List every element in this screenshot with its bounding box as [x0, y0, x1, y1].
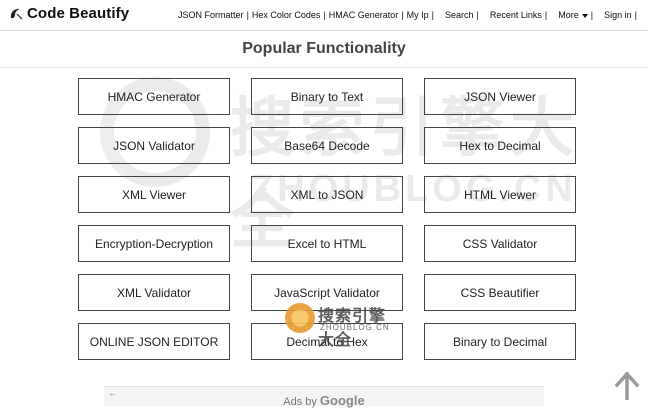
- nav-separator: |: [323, 10, 326, 20]
- tool-javascript-validator[interactable]: JavaScript Validator: [251, 274, 403, 311]
- nav-separator: |: [246, 10, 249, 20]
- nav-hex-color-codes[interactable]: Hex Color Codes: [252, 10, 321, 20]
- nav-sign-in[interactable]: Sign in: [604, 10, 632, 20]
- nav-separator: |: [476, 10, 479, 20]
- tool-json-viewer[interactable]: JSON Viewer: [424, 78, 576, 115]
- tool-html-viewer[interactable]: HTML Viewer: [424, 176, 576, 213]
- nav-separator: |: [544, 10, 548, 20]
- ad-label-text: Ads by: [283, 396, 317, 408]
- ad-label: Ads by Google: [104, 393, 544, 408]
- top-nav: JSON Formatter | Hex Color Codes | HMAC …: [178, 10, 640, 20]
- top-bar: Code Beautify JSON Formatter | Hex Color…: [0, 0, 648, 31]
- nav-more-dropdown[interactable]: More: [558, 10, 588, 20]
- nav-separator: |: [431, 10, 435, 20]
- tool-hex-to-decimal[interactable]: Hex to Decimal: [424, 127, 576, 164]
- nav-more-label: More: [558, 10, 579, 20]
- section-header: Popular Functionality: [0, 31, 648, 68]
- tool-grid: HMAC Generator Binary to Text JSON Viewe…: [78, 78, 576, 360]
- tool-css-beautifier[interactable]: CSS Beautifier: [424, 274, 576, 311]
- tool-binary-to-decimal[interactable]: Binary to Decimal: [424, 323, 576, 360]
- ad-banner: ← Ads by Google: [104, 386, 544, 408]
- nav-separator: |: [590, 10, 594, 20]
- tool-json-validator[interactable]: JSON Validator: [78, 127, 230, 164]
- tool-decimal-to-hex[interactable]: Decimal to Hex: [251, 323, 403, 360]
- tool-online-json-editor[interactable]: ONLINE JSON EDITOR: [78, 323, 230, 360]
- tool-xml-to-json[interactable]: XML to JSON: [251, 176, 403, 213]
- tool-css-validator[interactable]: CSS Validator: [424, 225, 576, 262]
- nav-separator: |: [634, 10, 637, 20]
- chevron-down-icon: [581, 13, 588, 18]
- nav-recent-links[interactable]: Recent Links: [490, 10, 542, 20]
- page-title: Popular Functionality: [242, 40, 406, 57]
- tool-base64-decode[interactable]: Base64 Decode: [251, 127, 403, 164]
- nav-json-formatter[interactable]: JSON Formatter: [178, 10, 244, 20]
- tool-excel-to-html[interactable]: Excel to HTML: [251, 225, 403, 262]
- tool-binary-to-text[interactable]: Binary to Text: [251, 78, 403, 115]
- code-beautify-logo-icon: [10, 8, 23, 19]
- tool-encryption-decryption[interactable]: Encryption-Decryption: [78, 225, 230, 262]
- tool-hmac-generator[interactable]: HMAC Generator: [78, 78, 230, 115]
- ad-brand-text: Google: [319, 393, 365, 408]
- nav-my-ip[interactable]: My Ip: [407, 10, 429, 20]
- tool-xml-viewer[interactable]: XML Viewer: [78, 176, 230, 213]
- site-logo[interactable]: Code Beautify: [8, 5, 129, 22]
- tool-xml-validator[interactable]: XML Validator: [78, 274, 230, 311]
- arrow-up-icon[interactable]: [614, 372, 640, 400]
- nav-search[interactable]: Search: [445, 10, 474, 20]
- nav-hmac-generator[interactable]: HMAC Generator: [329, 10, 399, 20]
- nav-separator: |: [401, 10, 404, 20]
- logo-text: Code Beautify: [27, 5, 130, 22]
